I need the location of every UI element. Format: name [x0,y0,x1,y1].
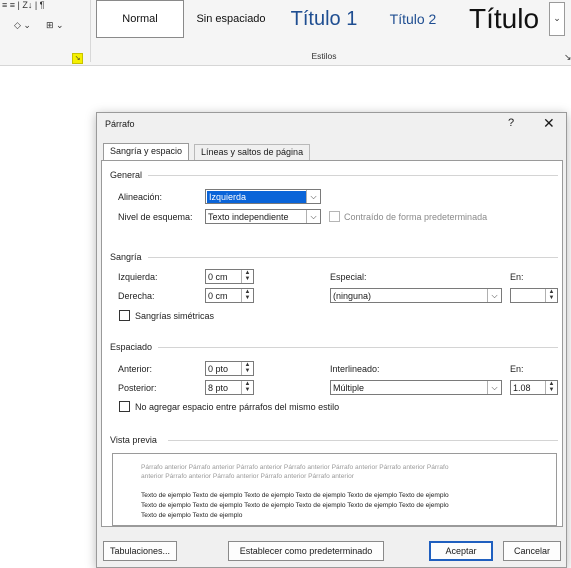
style-titulo[interactable]: Título [458,0,550,38]
line-spacing-icon[interactable]: ≡ ≡ | Z↓ | ¶ [2,0,45,10]
spin-arrows-icon[interactable]: ▲ ▼ [545,289,557,302]
tab-lineas-saltos[interactable]: Líneas y saltos de página [194,144,311,161]
en-label-sangria: En: [510,272,524,282]
style-normal[interactable]: Normal [96,0,184,38]
interlineado-select[interactable]: Múltiple ⌵ [330,380,502,395]
dialog-launcher-icon[interactable]: ↘ [72,53,83,64]
divider [148,175,558,176]
cancelar-button[interactable]: Cancelar [503,541,561,561]
en-spinner-sangria[interactable]: ▲ ▼ [510,288,558,303]
section-sangria: Sangría [110,252,142,262]
en-label-espaciado: En: [510,364,524,374]
shading-icon[interactable]: ◇ ⌄ [14,20,31,31]
simetricas-label: Sangrías simétricas [135,311,215,321]
nivel-value: Texto independiente [208,212,289,222]
tab-panel: General Alineación: Izquierda ⌵ Nivel de… [101,160,563,527]
nivel-label: Nivel de esquema: [118,212,193,222]
simetricas-checkbox[interactable] [119,310,130,321]
help-icon[interactable]: ? [508,117,514,129]
tab-sangria-espacio[interactable]: Sangría y espacio [103,143,190,161]
group-label-estilos: Estilos [311,51,337,61]
style-sin-espaciado[interactable]: Sin espaciado [190,0,272,38]
especial-value: (ninguna) [333,291,372,301]
posterior-spinner[interactable]: 8 pto ▲ ▼ [205,380,254,395]
divider [168,440,558,441]
style-titulo-2[interactable]: Título 2 [376,0,450,38]
styles-gallery: Normal Sin espaciado Título 1 Título 2 T… [96,0,565,40]
anterior-value: 0 pto [208,364,229,374]
aceptar-button[interactable]: Aceptar [429,541,493,561]
especial-select[interactable]: (ninguna) ⌵ [330,288,502,303]
preview-sample-line-2: Texto de ejemplo Texto de ejemplo Texto … [141,502,449,509]
styles-launcher-icon[interactable]: ↘ [564,52,571,63]
dialog-title: Párrafo [105,119,135,129]
anterior-label: Anterior: [118,364,153,374]
ribbon-divider [90,0,91,62]
tabulaciones-button[interactable]: Tabulaciones... [103,541,177,561]
chevron-down-icon[interactable]: ⌵ [487,381,501,394]
posterior-value: 8 pto [208,383,229,393]
chevron-down-icon[interactable]: ⌵ [487,289,501,302]
spin-arrows-icon[interactable]: ▲ ▼ [241,362,253,375]
alineacion-value: Izquierda [207,191,307,203]
style-titulo-1[interactable]: Título 1 [282,0,366,38]
posterior-label: Posterior: [118,383,157,393]
section-general: General [110,170,143,180]
section-vista-previa: Vista previa [110,435,157,445]
nivel-select[interactable]: Texto independiente ⌵ [205,209,321,224]
izquierda-value: 0 cm [208,272,228,282]
preview-sample-line-3: Texto de ejemplo Texto de ejemplo [141,512,243,519]
preview-box: Párrafo anterior Párrafo anterior Párraf… [112,453,557,526]
section-espaciado: Espaciado [110,342,153,352]
alineacion-select[interactable]: Izquierda ⌵ [205,189,321,204]
interlineado-label: Interlineado: [330,364,380,374]
gallery-more-icon[interactable]: ⌄ [549,2,565,36]
no-agregar-checkbox[interactable] [119,401,130,412]
interlineado-value: Múltiple [333,383,365,393]
spin-arrows-icon[interactable]: ▲ ▼ [545,381,557,394]
paragraph-dialog: Párrafo ? ✕ Sangría y espacio Líneas y s… [96,112,567,568]
divider [158,347,558,348]
establecer-predeterminado-button[interactable]: Establecer como predeterminado [228,541,384,561]
borders-icon[interactable]: ⊞ ⌄ [46,20,64,31]
divider [148,257,558,258]
izquierda-label: Izquierda: [118,272,158,282]
izquierda-spinner[interactable]: 0 cm ▲ ▼ [205,269,254,284]
en-value-espaciado: 1.08 [513,383,531,393]
contraido-checkbox[interactable] [329,211,340,222]
preview-prev-line-2: anterior Párrafo anterior Párrafo anteri… [141,473,354,480]
derecha-label: Derecha: [118,291,155,301]
derecha-value: 0 cm [208,291,228,301]
en-spinner-espaciado[interactable]: 1.08 ▲ ▼ [510,380,558,395]
spin-arrows-icon[interactable]: ▲ ▼ [241,289,253,302]
contraido-label: Contraído de forma predeterminada [344,212,488,222]
spin-arrows-icon[interactable]: ▲ ▼ [241,381,253,394]
no-agregar-label: No agregar espacio entre párrafos del mi… [135,402,340,412]
spin-arrows-icon[interactable]: ▲ ▼ [241,270,253,283]
especial-label: Especial: [330,272,367,282]
alineacion-label: Alineación: [118,192,163,202]
chevron-down-icon[interactable]: ⌵ [306,210,320,223]
derecha-spinner[interactable]: 0 cm ▲ ▼ [205,288,254,303]
anterior-spinner[interactable]: 0 pto ▲ ▼ [205,361,254,376]
ribbon: ≡ ≡ | Z↓ | ¶ ◇ ⌄ ⊞ ⌄ ↘ Normal Sin espaci… [0,0,571,66]
close-icon[interactable]: ✕ [543,115,555,132]
preview-prev-line-1: Párrafo anterior Párrafo anterior Párraf… [141,464,449,471]
preview-sample-line-1: Texto de ejemplo Texto de ejemplo Texto … [141,492,449,499]
chevron-down-icon[interactable]: ⌵ [306,190,320,203]
